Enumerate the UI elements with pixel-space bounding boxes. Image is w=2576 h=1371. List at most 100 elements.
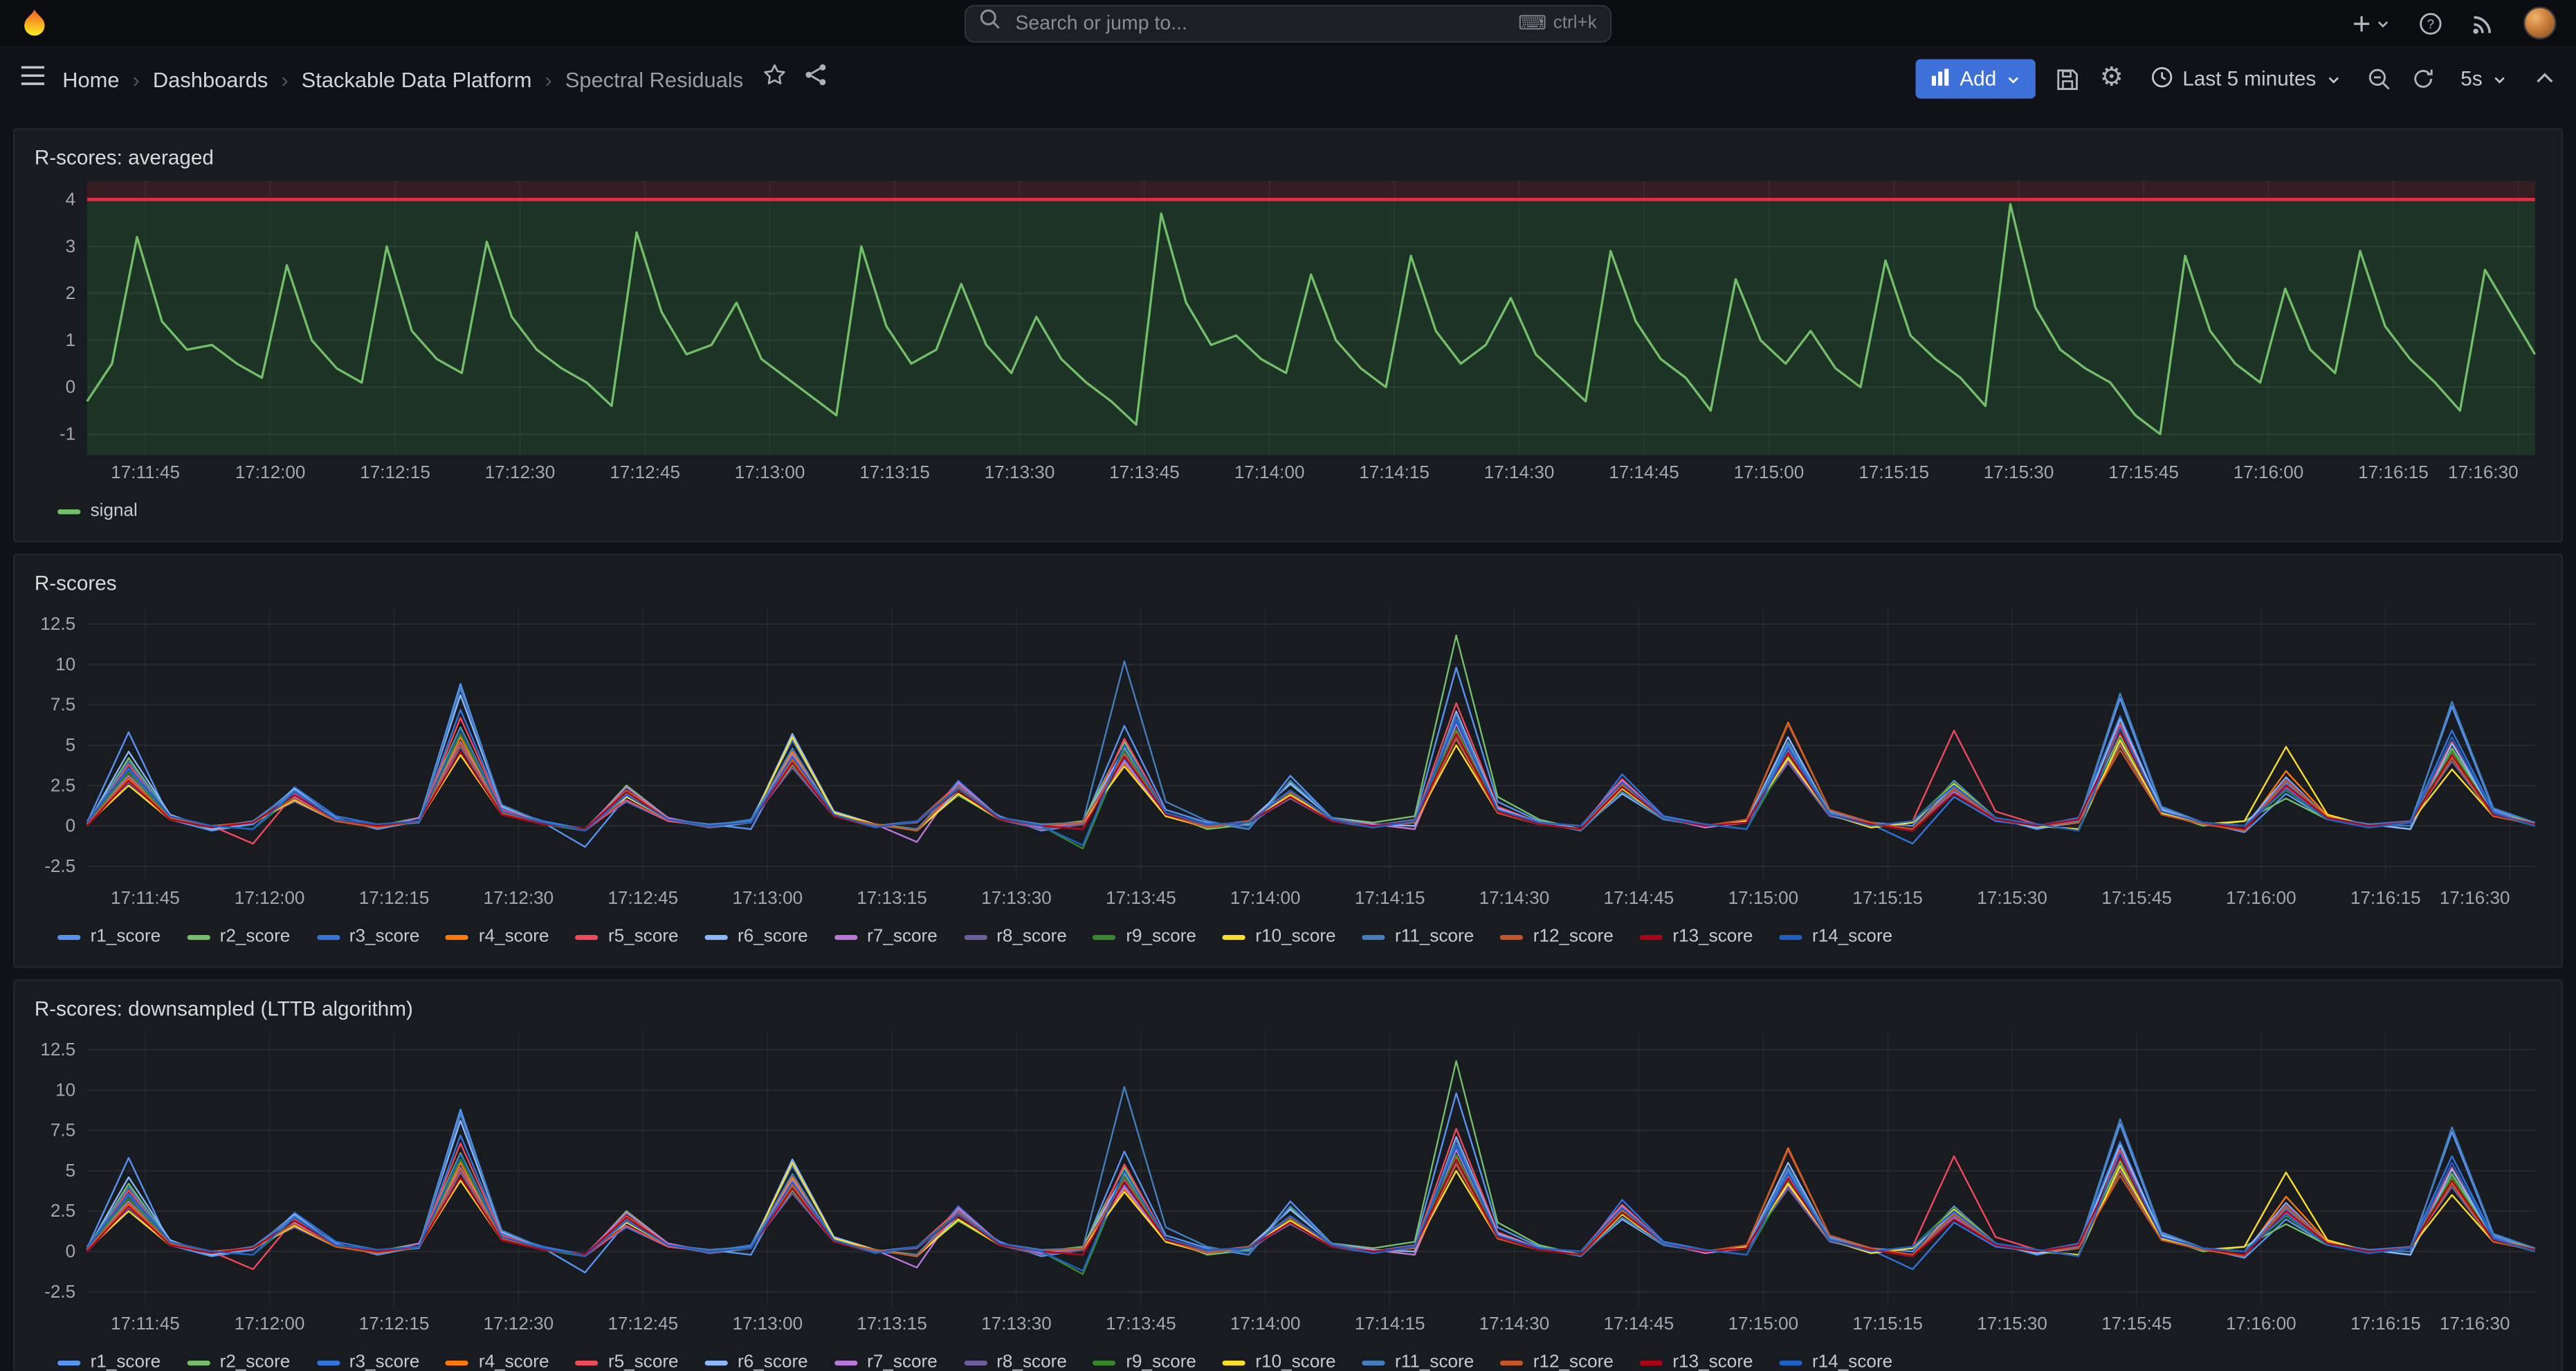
save-dashboard-icon[interactable] [2056, 66, 2081, 91]
legend-item-r3_score[interactable]: r3_score [316, 1353, 419, 1371]
svg-text:17:13:45: 17:13:45 [1106, 887, 1176, 907]
legend-item-r10_score[interactable]: r10_score [1223, 927, 1336, 947]
breadcrumb-separator: › [133, 66, 140, 91]
timeseries-svg[interactable]: -2.502.557.51012.517:11:4517:12:0017:12:… [28, 597, 2548, 913]
legend-swatch [1640, 935, 1663, 940]
legend-item-r6_score[interactable]: r6_score [705, 927, 808, 947]
panel-r-scores: R-scores -2.502.557.51012.517:11:4517:12… [13, 554, 2563, 968]
breadcrumb-dashboards[interactable]: Dashboards [153, 66, 268, 91]
svg-text:17:11:45: 17:11:45 [111, 1312, 180, 1333]
news-icon[interactable] [2471, 10, 2496, 35]
share-icon[interactable] [804, 62, 829, 95]
legend-swatch [316, 935, 339, 940]
search-input[interactable] [1012, 10, 1507, 36]
legend-swatch [834, 935, 857, 940]
breadcrumb-current-dashboard[interactable]: Spectral Residuals [565, 66, 743, 91]
menu-icon[interactable] [19, 63, 46, 94]
legend-item-r10_score[interactable]: r10_score [1223, 1353, 1336, 1371]
refresh-icon[interactable] [2411, 67, 2434, 90]
legend-item-r4_score[interactable]: r4_score [446, 927, 549, 947]
svg-text:10: 10 [55, 1079, 75, 1100]
legend-item-r3_score[interactable]: r3_score [316, 927, 419, 947]
dashboard-grid: R-scores: averaged -10123417:11:4517:12:… [0, 111, 2576, 1371]
panel-title[interactable]: R-scores: downsampled (LTTB algorithm) [28, 994, 2548, 1023]
legend-item-r4_score[interactable]: r4_score [446, 1353, 549, 1371]
clock-icon [2150, 65, 2173, 93]
timeseries-plot[interactable]: -2.502.557.51012.517:11:4517:12:0017:12:… [28, 597, 2548, 921]
time-range-picker[interactable]: Last 5 minutes [2143, 59, 2347, 98]
legend-item-r2_score[interactable]: r2_score [187, 927, 290, 947]
legend-item-r5_score[interactable]: r5_score [575, 1353, 678, 1371]
timeseries-svg[interactable]: -10123417:11:4517:12:0017:12:1517:12:301… [28, 172, 2548, 487]
panel-legend: r1_score r2_score r3_score r4_score r5_score… [28, 921, 2548, 953]
timeseries-plot[interactable]: -10123417:11:4517:12:0017:12:1517:12:301… [28, 172, 2548, 496]
legend-swatch [834, 1361, 857, 1365]
grafana-logo-icon[interactable] [19, 8, 49, 38]
legend-item-r12_score[interactable]: r12_score [1500, 927, 1614, 947]
svg-text:17:12:45: 17:12:45 [610, 461, 680, 482]
svg-text:17:12:15: 17:12:15 [359, 1312, 430, 1333]
refresh-interval-picker[interactable]: 5s [2454, 59, 2514, 98]
zoom-out-icon[interactable] [2367, 66, 2392, 91]
legend-item-r5_score[interactable]: r5_score [575, 927, 678, 947]
new-menu-button[interactable] [2351, 12, 2391, 34]
svg-text:2.5: 2.5 [51, 774, 75, 795]
help-icon[interactable]: ? [2418, 10, 2443, 35]
legend-item-signal[interactable]: signal [57, 502, 138, 521]
svg-text:17:15:00: 17:15:00 [1734, 461, 1805, 482]
legend-item-r9_score[interactable]: r9_score [1093, 1353, 1196, 1371]
legend-item-r14_score[interactable]: r14_score [1780, 927, 1893, 947]
legend-item-r1_score[interactable]: r1_score [57, 927, 161, 947]
svg-text:17:15:30: 17:15:30 [1977, 887, 2047, 907]
grafana-app: ⌨ ctrl+k ? Home › Dashboards [0, 0, 2576, 1371]
legend-item-r2_score[interactable]: r2_score [187, 1353, 290, 1371]
svg-text:2: 2 [66, 282, 76, 302]
svg-text:?: ? [2427, 17, 2435, 31]
legend-swatch [1093, 1361, 1116, 1365]
svg-text:17:16:00: 17:16:00 [2226, 1312, 2296, 1333]
svg-text:2.5: 2.5 [51, 1199, 75, 1220]
svg-text:0: 0 [66, 815, 76, 835]
legend-item-r11_score[interactable]: r11_score [1362, 1353, 1474, 1371]
svg-text:17:15:15: 17:15:15 [1852, 1312, 1923, 1333]
svg-text:17:13:45: 17:13:45 [1109, 461, 1180, 482]
legend-item-r7_score[interactable]: r7_score [834, 927, 938, 947]
svg-text:17:14:15: 17:14:15 [1359, 461, 1429, 482]
svg-text:17:12:30: 17:12:30 [484, 1312, 554, 1333]
timeseries-plot[interactable]: -2.502.557.51012.517:11:4517:12:0017:12:… [28, 1023, 2548, 1347]
svg-text:17:12:45: 17:12:45 [608, 887, 679, 907]
panel-title[interactable]: R-scores: averaged [28, 143, 2548, 172]
panel-title[interactable]: R-scores [28, 569, 2548, 598]
legend-item-r14_score[interactable]: r14_score [1780, 1353, 1893, 1371]
legend-item-r12_score[interactable]: r12_score [1500, 1353, 1614, 1371]
legend-item-r8_score[interactable]: r8_score [964, 1353, 1067, 1371]
svg-text:17:14:45: 17:14:45 [1609, 461, 1679, 482]
top-nav-bar: ⌨ ctrl+k ? [0, 0, 2576, 46]
dashboard-settings-gear-icon[interactable]: ⚙ [2100, 66, 2123, 92]
user-avatar[interactable] [2523, 6, 2556, 39]
add-button[interactable]: Add [1915, 59, 2036, 98]
legend-item-r7_score[interactable]: r7_score [834, 1353, 938, 1371]
breadcrumb-home[interactable]: Home [62, 66, 119, 91]
svg-text:17:11:45: 17:11:45 [111, 461, 180, 482]
breadcrumb-separator: › [545, 66, 552, 91]
legend-item-r11_score[interactable]: r11_score [1362, 927, 1474, 947]
legend-item-r9_score[interactable]: r9_score [1093, 927, 1196, 947]
legend-item-r6_score[interactable]: r6_score [705, 1353, 808, 1371]
legend-item-r1_score[interactable]: r1_score [57, 1353, 161, 1371]
timeseries-svg[interactable]: -2.502.557.51012.517:11:4517:12:0017:12:… [28, 1023, 2548, 1338]
chevron-up-icon[interactable] [2533, 67, 2556, 90]
legend-swatch [1500, 1361, 1523, 1365]
global-search[interactable]: ⌨ ctrl+k [965, 4, 1611, 42]
svg-text:12.5: 12.5 [40, 612, 75, 633]
legend-item-r8_score[interactable]: r8_score [964, 927, 1067, 947]
star-icon[interactable] [763, 62, 788, 95]
svg-text:17:14:30: 17:14:30 [1484, 461, 1555, 482]
legend-item-r13_score[interactable]: r13_score [1640, 927, 1753, 947]
legend-item-r13_score[interactable]: r13_score [1640, 1353, 1753, 1371]
svg-text:17:15:45: 17:15:45 [2101, 887, 2172, 907]
svg-text:17:16:00: 17:16:00 [2226, 887, 2296, 907]
legend-swatch [1780, 1361, 1802, 1365]
legend-swatch [1780, 935, 1802, 940]
breadcrumb-folder[interactable]: Stackable Data Platform [302, 66, 532, 91]
